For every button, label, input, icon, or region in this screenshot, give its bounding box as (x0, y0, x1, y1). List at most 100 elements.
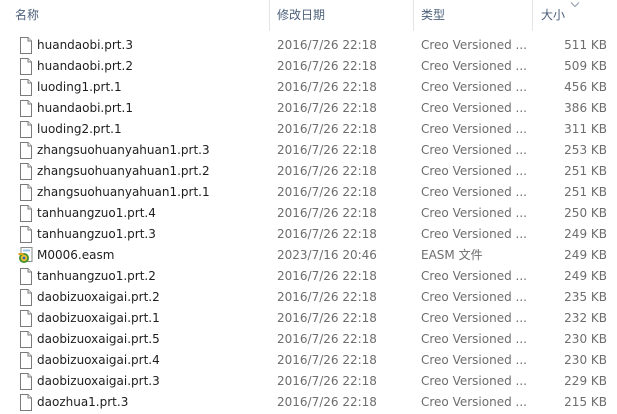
file-name: tanhuangzuo1.prt.2 (37, 269, 156, 283)
file-name: daobizuoxaigai.prt.2 (37, 290, 160, 304)
file-size: 215 KB (564, 395, 607, 409)
document-icon (18, 329, 34, 350)
file-row[interactable]: daozhua1.prt.3 2016/7/26 22:18 Creo Versio… (0, 392, 617, 413)
file-modified-date: 2016/7/26 22:18 (277, 353, 377, 367)
column-divider[interactable] (532, 0, 533, 31)
file-modified-date: 2016/7/26 22:18 (277, 332, 377, 346)
file-size: 230 KB (564, 353, 607, 367)
document-icon (18, 308, 34, 329)
document-icon (18, 140, 34, 161)
file-name: huandaobi.prt.3 (37, 38, 133, 52)
file-type: EASM 文件 (421, 248, 483, 262)
file-row[interactable]: daobizuoxaigai.prt.4 2016/7/26 22:18 Creo … (0, 350, 617, 371)
document-icon (18, 182, 34, 203)
file-modified-date: 2016/7/26 22:18 (277, 311, 377, 325)
file-name: daozhua1.prt.3 (37, 395, 129, 409)
file-size: 250 KB (564, 206, 607, 220)
column-divider[interactable] (269, 0, 270, 31)
document-icon (18, 203, 34, 224)
column-header-size[interactable]: 大小 (541, 0, 565, 31)
document-icon (18, 161, 34, 182)
file-modified-date: 2016/7/26 22:18 (277, 59, 377, 73)
file-name: daobizuoxaigai.prt.5 (37, 332, 160, 346)
file-row[interactable]: tanhuangzuo1.prt.2 2016/7/26 22:18 Creo Ve… (0, 266, 617, 287)
file-modified-date: 2016/7/26 22:18 (277, 122, 377, 136)
column-header-date[interactable]: 修改日期 (277, 0, 325, 31)
chevron-down-icon (570, 2, 580, 8)
file-row[interactable]: daobizuoxaigai.prt.1 2016/7/26 22:18 Creo … (0, 308, 617, 329)
file-name: tanhuangzuo1.prt.3 (37, 227, 156, 241)
file-size: 249 KB (564, 248, 607, 262)
file-row[interactable]: daobizuoxaigai.prt.3 2016/7/26 22:18 Creo … (0, 371, 617, 392)
file-modified-date: 2023/7/16 20:46 (277, 248, 377, 262)
file-type: Creo Versioned ... (421, 122, 527, 136)
file-name: daobizuoxaigai.prt.1 (37, 311, 160, 325)
file-modified-date: 2016/7/26 22:18 (277, 80, 377, 94)
file-type: Creo Versioned ... (421, 143, 527, 157)
easm-file-icon (18, 245, 34, 266)
file-type: Creo Versioned ... (421, 395, 527, 409)
file-name: huandaobi.prt.1 (37, 101, 133, 115)
file-row[interactable]: tanhuangzuo1.prt.3 2016/7/26 22:18 Creo Ve… (0, 224, 617, 245)
file-modified-date: 2016/7/26 22:18 (277, 206, 377, 220)
document-icon (18, 392, 34, 413)
column-header-type[interactable]: 类型 (421, 0, 445, 31)
file-name: zhangsuohuanyahuan1.prt.3 (37, 143, 210, 157)
file-row[interactable]: huandaobi.prt.3 2016/7/26 22:18 Creo Versi… (0, 35, 617, 56)
column-divider[interactable] (413, 0, 414, 31)
file-row[interactable]: tanhuangzuo1.prt.4 2016/7/26 22:18 Creo Ve… (0, 203, 617, 224)
document-icon (18, 371, 34, 392)
file-modified-date: 2016/7/26 22:18 (277, 395, 377, 409)
file-type: Creo Versioned ... (421, 353, 527, 367)
document-icon (18, 119, 34, 140)
document-icon (18, 350, 34, 371)
file-modified-date: 2016/7/26 22:18 (277, 143, 377, 157)
file-size: 230 KB (564, 332, 607, 346)
document-icon (18, 77, 34, 98)
file-type: Creo Versioned ... (421, 290, 527, 304)
document-icon (18, 266, 34, 287)
file-type: Creo Versioned ... (421, 101, 527, 115)
file-size: 511 KB (564, 38, 607, 52)
file-size: 249 KB (564, 269, 607, 283)
file-size: 251 KB (564, 185, 607, 199)
file-type: Creo Versioned ... (421, 206, 527, 220)
file-modified-date: 2016/7/26 22:18 (277, 164, 377, 178)
file-name: zhangsuohuanyahuan1.prt.1 (37, 185, 210, 199)
file-name: tanhuangzuo1.prt.4 (37, 206, 156, 220)
file-modified-date: 2016/7/26 22:18 (277, 269, 377, 283)
file-row[interactable]: M0006.easm 2023/7/16 20:46 EASM 文件 249 KB (0, 245, 617, 266)
file-row[interactable]: zhangsuohuanyahuan1.prt.3 2016/7/26 22:18… (0, 140, 617, 161)
file-size: 386 KB (564, 101, 607, 115)
file-name: luoding1.prt.1 (37, 80, 122, 94)
column-header-name[interactable]: 名称 (15, 0, 39, 31)
file-row[interactable]: huandaobi.prt.2 2016/7/26 22:18 Creo Versi… (0, 56, 617, 77)
file-type: Creo Versioned ... (421, 80, 527, 94)
file-size: 232 KB (564, 311, 607, 325)
file-row[interactable]: huandaobi.prt.1 2016/7/26 22:18 Creo Versi… (0, 98, 617, 119)
file-modified-date: 2016/7/26 22:18 (277, 38, 377, 52)
file-row[interactable]: zhangsuohuanyahuan1.prt.2 2016/7/26 22:18… (0, 161, 617, 182)
file-size: 509 KB (564, 59, 607, 73)
column-header-bar: 名称 修改日期 类型 大小 (0, 0, 617, 31)
file-type: Creo Versioned ... (421, 185, 527, 199)
file-row[interactable]: zhangsuohuanyahuan1.prt.1 2016/7/26 22:18… (0, 182, 617, 203)
file-row[interactable]: luoding1.prt.1 2016/7/26 22:18 Creo Versio… (0, 77, 617, 98)
file-row[interactable]: luoding2.prt.1 2016/7/26 22:18 Creo Versio… (0, 119, 617, 140)
document-icon (18, 35, 34, 56)
file-size: 253 KB (564, 143, 607, 157)
file-type: Creo Versioned ... (421, 164, 527, 178)
file-row[interactable]: daobizuoxaigai.prt.2 2016/7/26 22:18 Creo … (0, 287, 617, 308)
file-row[interactable]: daobizuoxaigai.prt.5 2016/7/26 22:18 Creo … (0, 329, 617, 350)
file-type: Creo Versioned ... (421, 374, 527, 388)
file-name: M0006.easm (37, 248, 115, 262)
file-name: huandaobi.prt.2 (37, 59, 133, 73)
document-icon (18, 287, 34, 308)
file-name: luoding2.prt.1 (37, 122, 122, 136)
document-icon (18, 56, 34, 77)
document-icon (18, 224, 34, 245)
file-size: 311 KB (564, 122, 607, 136)
file-type: Creo Versioned ... (421, 227, 527, 241)
file-type: Creo Versioned ... (421, 311, 527, 325)
file-list: huandaobi.prt.3 2016/7/26 22:18 Creo Versi… (0, 35, 617, 413)
